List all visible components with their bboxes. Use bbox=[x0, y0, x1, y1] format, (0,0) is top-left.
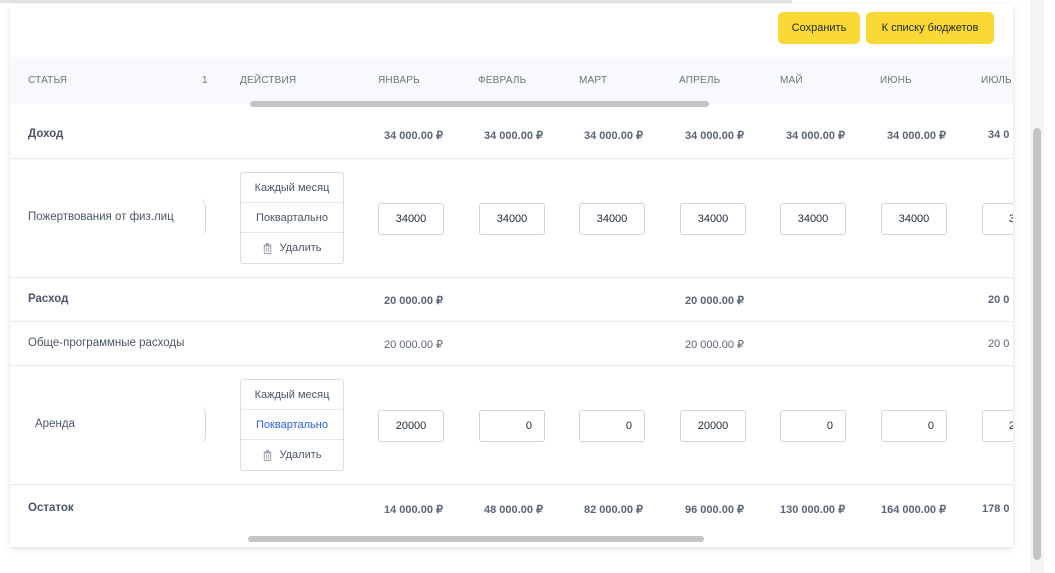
sum-value: 20 000.00 ₽ bbox=[685, 339, 744, 351]
trash-icon bbox=[263, 242, 271, 254]
column-header-count: 1 bbox=[202, 75, 208, 86]
sum-value: 96 000.00 ₽ bbox=[685, 504, 744, 516]
every-month-button[interactable]: Каждый месяц bbox=[241, 380, 343, 410]
row-label: Обще-программные расходы bbox=[28, 337, 185, 349]
horizontal-scrollbar-top[interactable] bbox=[250, 101, 709, 107]
month-amount-input[interactable]: 20 bbox=[982, 410, 1013, 442]
sum-value: 130 000.00 ₽ bbox=[780, 504, 846, 516]
sum-value: 34 000.00 ₽ bbox=[484, 130, 543, 142]
sum-value: 20 000.00 ₽ bbox=[384, 295, 443, 307]
sum-value: 34 000.00 ₽ bbox=[887, 130, 946, 142]
sum-value: 34 000.00 ₽ bbox=[384, 130, 443, 142]
month-amount-input[interactable]: 0 bbox=[881, 410, 947, 442]
month-amount-input[interactable]: 34000 bbox=[579, 203, 645, 235]
column-header-month: МАЙ bbox=[780, 75, 803, 86]
column-header-month: ИЮНЬ bbox=[880, 75, 912, 86]
actions-group: Каждый месяц Поквартально Удалить bbox=[240, 379, 344, 471]
delete-button[interactable]: Удалить bbox=[241, 233, 343, 263]
row-label: Расход bbox=[28, 293, 69, 305]
month-amount-input[interactable]: 20000 bbox=[680, 410, 746, 442]
sum-value: 178 0 bbox=[982, 503, 1010, 515]
row-label: Доход bbox=[28, 128, 64, 140]
column-header-actions: ДЕЙСТВИЯ bbox=[240, 75, 297, 86]
trash-icon bbox=[263, 449, 271, 461]
sum-value: 20 000.00 ₽ bbox=[685, 295, 744, 307]
month-amount-input[interactable]: 0 bbox=[780, 410, 846, 442]
sum-value: 34 0 bbox=[988, 129, 1010, 141]
month-amount-input[interactable]: 34000 bbox=[881, 203, 947, 235]
row-label: Остаток bbox=[28, 502, 74, 514]
budget-card: Сохранить К списку бюджетов СТАТЬЯ 1 ДЕЙ… bbox=[10, 4, 1013, 547]
table-row-program-expenses: Обще-программные расходы 20 000.00 ₽ 20 … bbox=[10, 322, 1013, 366]
horizontal-scrollbar-bottom[interactable] bbox=[248, 536, 704, 542]
row-label: Аренда bbox=[35, 418, 75, 430]
column-header-month: ФЕВРАЛЬ bbox=[478, 75, 527, 86]
sum-value: 82 000.00 ₽ bbox=[584, 504, 643, 516]
sum-value: 20 0 bbox=[988, 338, 1010, 350]
month-amount-input[interactable]: 20000 bbox=[378, 410, 444, 442]
delete-label: Удалить bbox=[279, 449, 322, 461]
sum-value: 20 0 bbox=[988, 294, 1010, 306]
table-row-expense: Расход 20 000.00 ₽ 20 000.00 ₽ 20 0 bbox=[10, 278, 1013, 322]
table-row-rent: Аренда Каждый месяц Поквартально Удалить… bbox=[10, 366, 1013, 485]
column-header-month: ЯНВАРЬ bbox=[378, 75, 420, 86]
sum-value: 14 000.00 ₽ bbox=[384, 504, 443, 516]
quarterly-button[interactable]: Поквартально bbox=[241, 203, 343, 233]
month-amount-input[interactable]: 34000 bbox=[378, 203, 444, 235]
table-row-income: Доход 34 000.00 ₽ 34 000.00 ₽ 34 000.00 … bbox=[10, 110, 1013, 159]
every-month-button[interactable]: Каждый месяц bbox=[241, 173, 343, 203]
back-to-budgets-button[interactable]: К списку бюджетов bbox=[866, 12, 994, 44]
month-amount-input[interactable]: 34 bbox=[982, 203, 1013, 235]
sum-value: 34 000.00 ₽ bbox=[584, 130, 643, 142]
column-header-article: СТАТЬЯ bbox=[28, 75, 68, 86]
month-amount-input[interactable]: 34000 bbox=[479, 203, 545, 235]
month-amount-input[interactable]: 34000 bbox=[680, 203, 746, 235]
quarterly-button[interactable]: Поквартально bbox=[241, 410, 343, 440]
column-header-month: МАРТ bbox=[579, 75, 608, 86]
sum-value: 164 000.00 ₽ bbox=[881, 504, 947, 516]
row-label: Пожертвования от физ.лиц bbox=[28, 211, 174, 223]
sum-value: 34 000.00 ₽ bbox=[685, 130, 744, 142]
column-header-month: ИЮЛЬ bbox=[981, 75, 1012, 86]
delete-label: Удалить bbox=[279, 242, 322, 254]
actions-group: Каждый месяц Поквартально Удалить bbox=[240, 172, 344, 264]
delete-button[interactable]: Удалить bbox=[241, 440, 343, 470]
table-row-donations: Пожертвования от физ.лиц Каждый месяц По… bbox=[10, 159, 1013, 278]
sum-value: 48 000.00 ₽ bbox=[484, 504, 543, 516]
sum-value: 20 000.00 ₽ bbox=[384, 339, 443, 351]
table-header: СТАТЬЯ 1 ДЕЙСТВИЯ ЯНВАРЬ ФЕВРАЛЬ МАРТ АП… bbox=[10, 57, 1013, 104]
vertical-scrollbar-thumb[interactable] bbox=[1033, 128, 1041, 560]
save-button[interactable]: Сохранить bbox=[778, 12, 860, 44]
sum-value: 34 000.00 ₽ bbox=[786, 130, 845, 142]
top-progress-line bbox=[0, 0, 792, 3]
month-amount-input[interactable]: 0 bbox=[579, 410, 645, 442]
month-amount-input[interactable]: 34000 bbox=[780, 203, 846, 235]
column-header-month: АПРЕЛЬ bbox=[679, 75, 721, 86]
month-amount-input[interactable]: 0 bbox=[479, 410, 545, 442]
table-row-balance: Остаток 14 000.00 ₽ 48 000.00 ₽ 82 000.0… bbox=[10, 485, 1013, 533]
